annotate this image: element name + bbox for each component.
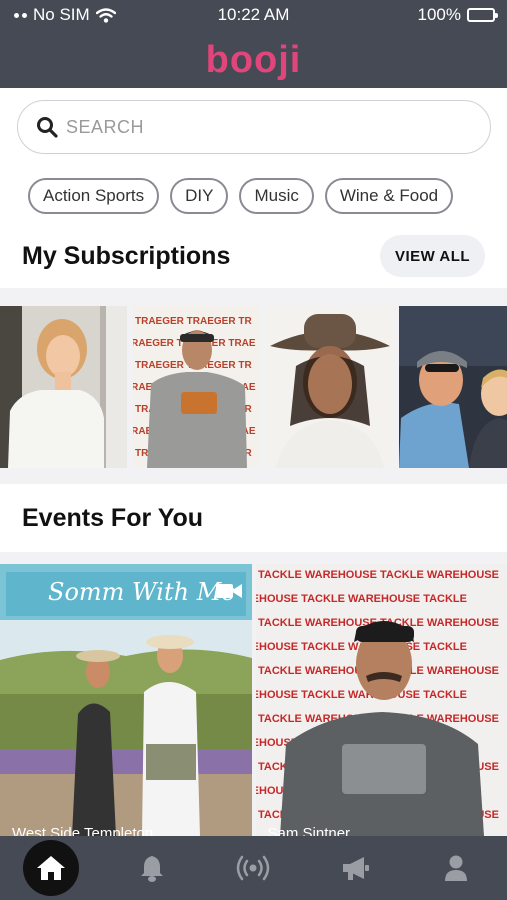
subscription-thumb[interactable] xyxy=(0,306,127,468)
home-icon xyxy=(36,856,65,880)
tackle-logo-text: WAREHOUSE TACKLE WAREHOUSE TACKLE xyxy=(256,689,467,701)
video-camera-icon xyxy=(216,584,242,598)
event-card[interactable]: Somm With Me West Side Templeton xyxy=(0,564,252,836)
woman-white-shirt-image xyxy=(0,306,127,468)
tab-profile[interactable] xyxy=(428,840,484,896)
chip-diy[interactable]: DIY xyxy=(170,178,229,214)
user-icon xyxy=(445,855,468,881)
bell-icon xyxy=(141,856,164,882)
traeger-man-image: TRAEGER TRAEGER TR TRAEGER TRAEGER TRAE … xyxy=(133,306,260,468)
search-bar[interactable] xyxy=(17,100,491,154)
events-row: Somm With Me West Side Templeton TACKLE … xyxy=(0,564,507,836)
app-header: No SIM 10:22 AM 100% booji xyxy=(0,0,507,88)
event-card[interactable]: TACKLE WAREHOUSE TACKLE WAREHOUSE WAREHO… xyxy=(255,564,507,836)
subscription-thumb[interactable]: TRAEGER TRAEGER TR TRAEGER TRAEGER TRAE … xyxy=(133,306,260,468)
event-label: West Side Templeton xyxy=(12,825,154,836)
battery-icon xyxy=(467,8,498,22)
tab-home[interactable] xyxy=(22,840,79,896)
search-icon xyxy=(37,117,58,138)
tab-notifications[interactable] xyxy=(124,840,180,896)
view-all-button[interactable]: VIEW ALL xyxy=(380,235,485,277)
chip-action-sports[interactable]: Action Sports xyxy=(28,178,160,214)
subscription-thumb[interactable] xyxy=(399,306,507,468)
battery-percent: 100% xyxy=(417,5,461,24)
megaphone-icon xyxy=(342,857,369,880)
status-bar: No SIM 10:22 AM 100% xyxy=(0,0,507,30)
event-banner-title: Somm With Me xyxy=(48,578,236,606)
search-input[interactable] xyxy=(66,116,446,138)
chip-wine-food[interactable]: Wine & Food xyxy=(324,178,454,214)
event-label: Sam Sintner xyxy=(267,825,351,836)
category-chips: Action Sports DIY Music Wine & Food xyxy=(28,178,454,214)
tab-announcements[interactable] xyxy=(327,840,383,896)
tackle-logo-text: TACKLE WAREHOUSE TACKLE WAREHOUSE xyxy=(258,569,499,581)
broadcast-icon xyxy=(237,855,270,881)
app-logo: booji xyxy=(205,39,302,81)
tab-live[interactable] xyxy=(225,840,281,896)
subscriptions-title: My Subscriptions xyxy=(22,242,231,270)
man-with-child-image xyxy=(399,306,507,468)
tackle-warehouse-man-image: TACKLE WAREHOUSE TACKLE WAREHOUSE WAREHO… xyxy=(255,564,507,836)
search-section: Action Sports DIY Music Wine & Food My S… xyxy=(0,88,507,288)
chip-music[interactable]: Music xyxy=(239,178,314,214)
traeger-logo-text: TRAEGER TRAEGER TR xyxy=(135,316,252,327)
events-header: Events For You xyxy=(0,484,507,552)
bottom-tab-bar xyxy=(0,836,507,900)
woman-hat-image xyxy=(266,306,393,468)
events-title: Events For You xyxy=(22,504,204,532)
tackle-logo-text: WAREHOUSE TACKLE WAREHOUSE TACKLE xyxy=(256,593,467,605)
subscriptions-row: TRAEGER TRAEGER TR TRAEGER TRAEGER TRAE … xyxy=(0,306,507,468)
subscription-thumb[interactable] xyxy=(266,306,393,468)
